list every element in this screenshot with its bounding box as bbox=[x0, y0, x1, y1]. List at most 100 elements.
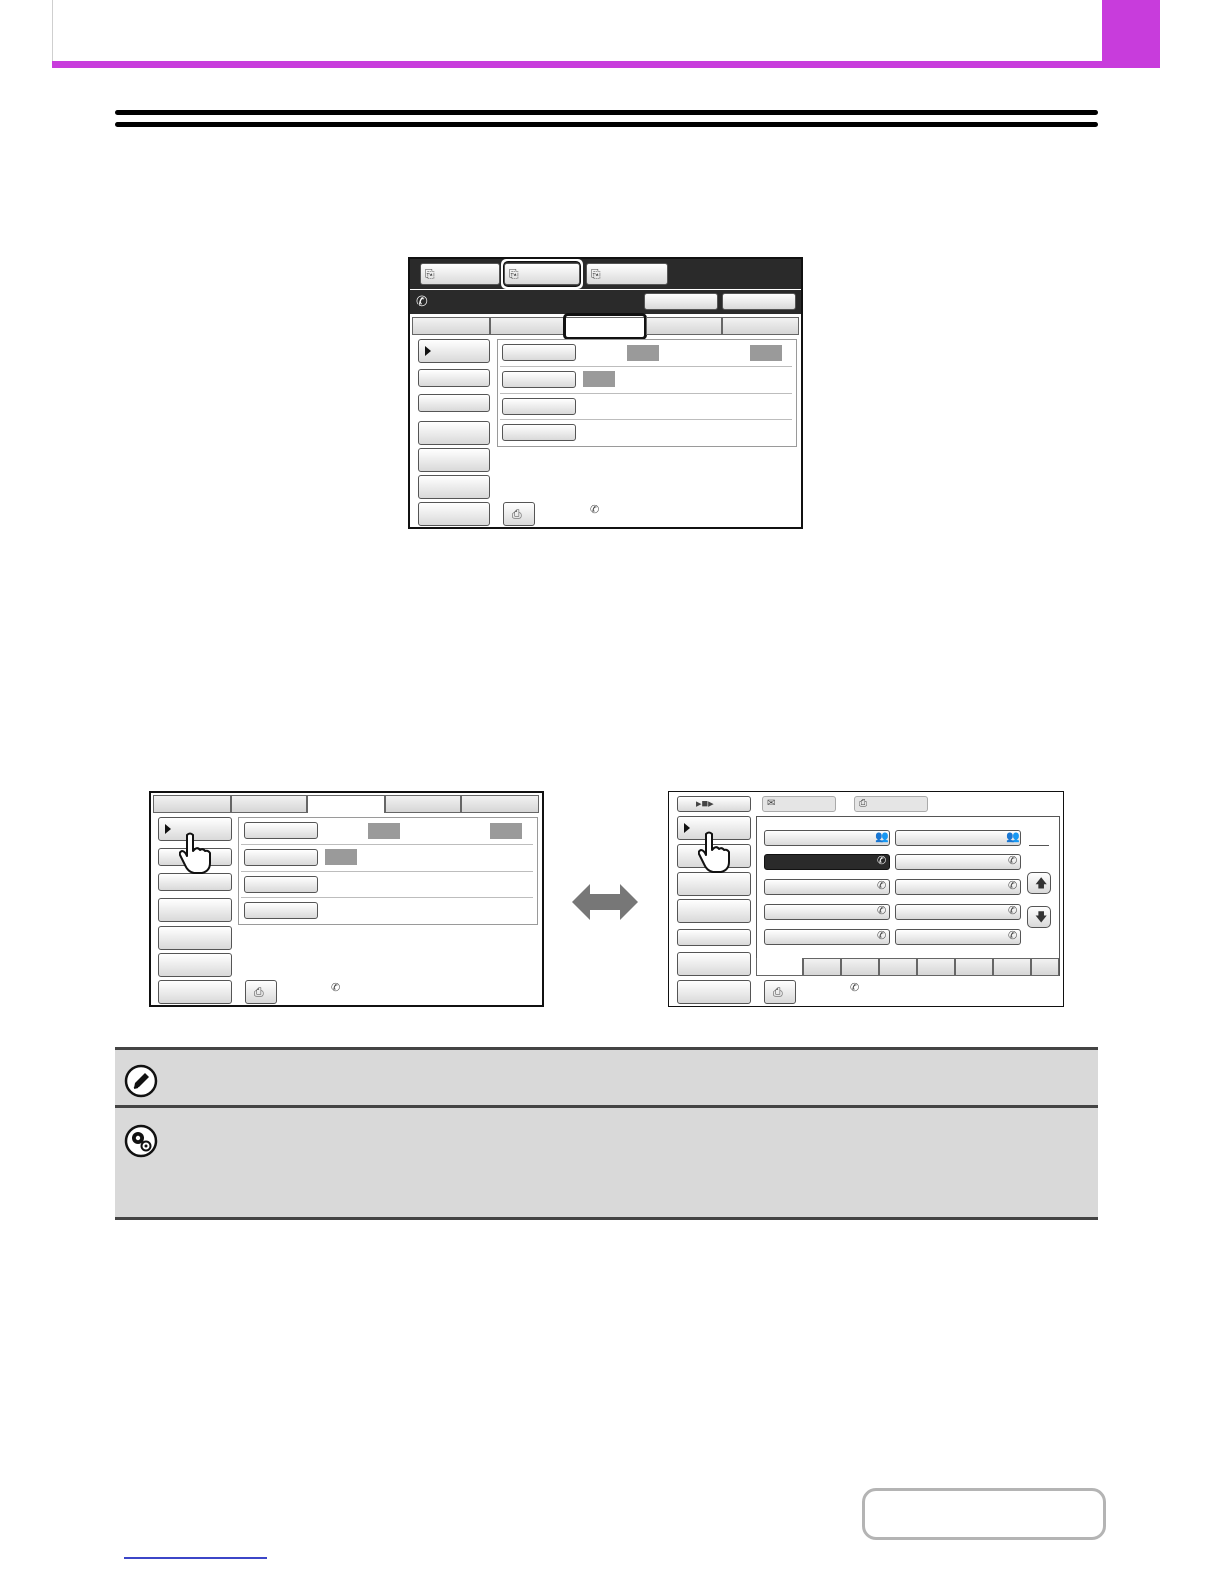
lower-setting-button-2[interactable] bbox=[244, 849, 318, 866]
phone-icon: ✆ bbox=[1008, 930, 1018, 942]
lower-left-button-7[interactable] bbox=[158, 980, 232, 1004]
mode-tab-highlight-inner bbox=[503, 261, 581, 287]
lower-setting-button-3[interactable] bbox=[244, 876, 318, 893]
index-tab-8[interactable] bbox=[1031, 958, 1059, 976]
phone-icon: ✆ bbox=[877, 905, 887, 917]
left-button-2[interactable] bbox=[418, 369, 490, 387]
lower-setting-button-4[interactable] bbox=[244, 902, 318, 919]
mode-tab-copy[interactable]: ⎘ bbox=[420, 263, 500, 285]
setting-button-3[interactable] bbox=[502, 398, 576, 415]
lower-tab-5[interactable] bbox=[461, 795, 539, 813]
lower-left-button-6[interactable] bbox=[158, 953, 232, 977]
header-accent-rule bbox=[52, 61, 1160, 68]
phone-icon: ✆ bbox=[877, 855, 887, 867]
fax-filter-button[interactable]: ⎙ bbox=[854, 796, 928, 812]
address-key-7[interactable]: ✆ bbox=[895, 854, 1021, 870]
scroll-down-button[interactable]: 🡇 bbox=[1027, 906, 1051, 928]
play-triangle-icon bbox=[165, 824, 171, 834]
right-left-button-3[interactable] bbox=[677, 872, 751, 896]
footer-link-underline[interactable] bbox=[124, 1557, 267, 1559]
lower-setting-button-1[interactable] bbox=[244, 822, 318, 839]
setting-button-4[interactable] bbox=[502, 424, 576, 441]
left-button-4[interactable] bbox=[418, 421, 490, 445]
right-left-button-7[interactable] bbox=[677, 980, 751, 1004]
address-key-10[interactable]: ✆ bbox=[895, 929, 1021, 945]
setting-separator-1 bbox=[500, 366, 792, 367]
title-rule-bottom bbox=[115, 122, 1098, 127]
setting-value-box-3 bbox=[583, 371, 615, 387]
right-left-button-4[interactable] bbox=[677, 899, 751, 923]
group-icon: 👥 bbox=[875, 831, 889, 843]
phone-icon: ✆ bbox=[877, 930, 887, 942]
scroll-up-button[interactable]: 🡅 bbox=[1027, 872, 1051, 894]
contents-button[interactable] bbox=[862, 1488, 1106, 1540]
filing-icon: ⎘ bbox=[591, 267, 601, 281]
fax-icon: ⎙ bbox=[859, 798, 867, 809]
address-entry-button[interactable] bbox=[722, 293, 796, 310]
left-button-3[interactable] bbox=[418, 394, 490, 412]
lower-tab-3-selected[interactable] bbox=[307, 795, 385, 813]
lower-separator-1 bbox=[241, 844, 533, 845]
lower-left-button-5[interactable] bbox=[158, 926, 232, 950]
lower-left-button-3[interactable] bbox=[158, 873, 232, 891]
email-filter-button[interactable]: ✉ bbox=[762, 796, 836, 812]
preview-button[interactable]: ⎙ bbox=[503, 502, 535, 526]
index-tab-2[interactable] bbox=[803, 958, 841, 976]
header-accent-tab bbox=[1102, 0, 1160, 68]
page-indicator-line bbox=[1029, 845, 1049, 846]
lower-tab-4[interactable] bbox=[385, 795, 461, 813]
pencil-note-icon bbox=[124, 1064, 158, 1098]
index-tab-3[interactable] bbox=[841, 958, 879, 976]
right-left-button-6[interactable] bbox=[677, 952, 751, 976]
setting-separator-3 bbox=[500, 419, 792, 420]
address-book-button[interactable] bbox=[644, 293, 718, 310]
index-tab-5[interactable] bbox=[917, 958, 955, 976]
preview-icon: ⎙ bbox=[254, 985, 264, 999]
index-tab-1-selected[interactable] bbox=[756, 958, 803, 976]
right-left-button-5[interactable] bbox=[677, 929, 751, 946]
index-tab-4[interactable] bbox=[879, 958, 917, 976]
preview-icon: ⎙ bbox=[773, 985, 783, 999]
address-key-5[interactable]: ✆ bbox=[764, 929, 890, 945]
note-bottom-rule bbox=[115, 1217, 1098, 1220]
left-button-5[interactable] bbox=[418, 448, 490, 472]
right-lower-screen: ▸■▸ ✉ ⎙ 👥 ✆ ✆ ✆ ✆ 👥 ✆ ✆ ✆ ✆ 🡅 🡇 ⎙ ✆ bbox=[668, 791, 1064, 1007]
left-button-6[interactable] bbox=[418, 475, 490, 499]
phone-status-icon: ✆ bbox=[331, 982, 341, 994]
lower-tab-2[interactable] bbox=[231, 795, 307, 813]
lower-separator-2 bbox=[241, 871, 533, 872]
tab-4[interactable] bbox=[646, 317, 722, 335]
address-key-4[interactable]: ✆ bbox=[764, 904, 890, 920]
index-tab-6[interactable] bbox=[955, 958, 993, 976]
address-key-8[interactable]: ✆ bbox=[895, 879, 1021, 895]
lower-tab-1[interactable] bbox=[153, 795, 231, 813]
tab-1[interactable] bbox=[412, 317, 490, 335]
index-tab-7[interactable] bbox=[993, 958, 1031, 976]
phone-status-icon: ✆ bbox=[590, 504, 600, 516]
left-button-7[interactable] bbox=[418, 502, 490, 526]
setting-value-box-2 bbox=[750, 345, 782, 361]
lower-left-button-4[interactable] bbox=[158, 898, 232, 922]
address-key-3[interactable]: ✆ bbox=[764, 879, 890, 895]
mode-tab-document-filing[interactable]: ⎘ bbox=[586, 263, 668, 285]
sort-toggle-button[interactable]: ▸■▸ bbox=[677, 796, 751, 812]
address-key-1[interactable]: 👥 bbox=[764, 830, 890, 846]
tab-3-highlight bbox=[563, 313, 647, 340]
play-triangle-icon bbox=[684, 823, 690, 833]
address-key-9[interactable]: ✆ bbox=[895, 904, 1021, 920]
right-preview-button[interactable]: ⎙ bbox=[764, 980, 796, 1004]
setting-button-2[interactable] bbox=[502, 371, 576, 388]
setting-button-1[interactable] bbox=[502, 344, 576, 361]
arrow-up-icon: 🡅 bbox=[1035, 876, 1048, 890]
page-header bbox=[52, 0, 1102, 64]
address-key-6[interactable]: 👥 bbox=[895, 830, 1021, 846]
phone-status-icon: ✆ bbox=[850, 982, 860, 994]
lower-separator-3 bbox=[241, 897, 533, 898]
main-fax-screen: ⎘ ⎘ ⎘ ✆ ⎙ ✆ bbox=[408, 257, 803, 529]
email-icon: ✉ bbox=[767, 798, 776, 809]
tab-5[interactable] bbox=[722, 317, 799, 335]
tab-2[interactable] bbox=[490, 317, 564, 335]
address-key-2-selected[interactable]: ✆ bbox=[764, 854, 890, 870]
left-button-1[interactable] bbox=[418, 339, 490, 363]
lower-preview-button[interactable]: ⎙ bbox=[245, 980, 277, 1004]
